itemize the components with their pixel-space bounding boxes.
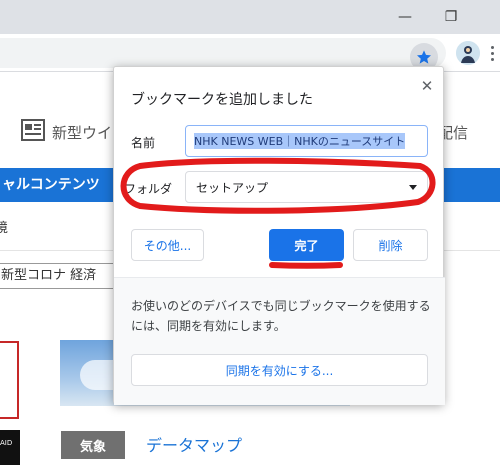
name-label: 名前 [131,136,156,150]
page-thumbnail-dark: AID [0,430,20,465]
address-bar[interactable] [0,38,446,71]
bookmark-name-text: NHK NEWS WEB｜NHKのニュースサイト [194,133,406,149]
delete-button[interactable]: 削除 [353,229,428,261]
dialog-title: ブックマークを追加しました [131,92,313,108]
enable-sync-button[interactable]: 同期を有効にする... [131,354,428,386]
close-icon[interactable]: ✕ [418,77,436,95]
nav-item-corona[interactable]: 新型ウイ [52,122,112,143]
sync-promo: お使いのどのデバイスでも同じブックマークを使用するには、同期を有効にします。 同… [114,278,445,405]
category-tag: 気象 [61,431,125,459]
news-icon [21,119,47,141]
profile-avatar-icon[interactable] [456,41,480,65]
page-search-input[interactable]: 新型コロナ 経済 [0,263,116,289]
dropdown-arrow-icon [409,185,417,190]
kebab-menu-icon[interactable] [487,40,497,66]
data-map-link[interactable]: データマップ [146,432,242,456]
minimize-button[interactable]: — [382,0,428,34]
bookmark-added-dialog: ブックマークを追加しました ✕ 名前 NHK NEWS WEB｜NHKのニュース… [113,66,445,405]
folder-select[interactable]: セットアップ [185,171,428,203]
page-row-text: 境 [0,221,9,236]
done-button[interactable]: 完了 [269,229,344,261]
restore-button[interactable]: ❐ [428,0,474,34]
folder-value: セットアップ [196,180,269,195]
more-button[interactable]: その他... [131,229,204,261]
sync-description: お使いのどのデバイスでも同じブックマークを使用するには、同期を有効にします。 [131,299,431,333]
bookmark-name-input[interactable]: NHK NEWS WEB｜NHKのニュースサイト [185,125,428,157]
window-titlebar: — ❐ [0,0,500,34]
folder-label: フォルダ [124,182,173,196]
page-thumbnail-frame [0,341,19,419]
